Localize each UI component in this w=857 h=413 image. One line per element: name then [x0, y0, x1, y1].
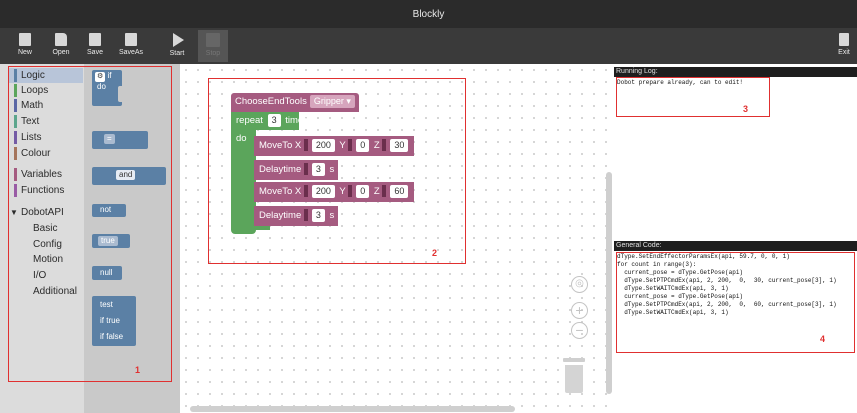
- workspace-horizontal-scrollbar[interactable]: [190, 406, 515, 412]
- trash-lid: [563, 358, 585, 362]
- stop-button[interactable]: Stop: [198, 30, 228, 62]
- saveas-button[interactable]: SaveAs: [114, 30, 148, 62]
- annotation-number: 3: [743, 104, 749, 114]
- stop-icon: [206, 33, 220, 47]
- open-button[interactable]: Open: [46, 30, 76, 62]
- zoom-out-icon[interactable]: −: [571, 322, 588, 339]
- stop-label: Stop: [205, 50, 221, 57]
- start-label: Start: [169, 50, 185, 57]
- window-title: Blockly: [0, 0, 857, 28]
- annotation-number: 4: [820, 334, 826, 344]
- new-file-icon: [19, 33, 31, 46]
- new-label: New: [17, 49, 32, 56]
- general-code-header: General Code:: [614, 241, 857, 251]
- blockly-app: Blockly New Open Save SaveAs Start Stop: [0, 0, 857, 413]
- zoom-reset-icon[interactable]: ◎: [571, 276, 588, 293]
- annotation-box-toolbox: [8, 66, 172, 382]
- saveas-icon: [125, 33, 137, 46]
- open-label: Open: [52, 49, 70, 56]
- annotation-number: 2: [432, 248, 438, 258]
- saveas-label: SaveAs: [118, 49, 144, 56]
- trash-icon[interactable]: [563, 358, 585, 394]
- play-icon: [173, 33, 184, 47]
- annotation-box-workspace: [208, 78, 466, 264]
- running-log-header: Running Log:: [614, 67, 857, 77]
- save-button[interactable]: Save: [80, 30, 110, 62]
- trash-bin: [565, 365, 583, 393]
- folder-icon: [55, 33, 67, 46]
- start-button[interactable]: Start: [162, 30, 192, 62]
- workspace-vertical-scrollbar[interactable]: [606, 172, 612, 394]
- save-icon: [89, 33, 101, 46]
- exit-icon: [839, 33, 849, 46]
- exit-label: Exit: [838, 49, 850, 56]
- save-label: Save: [87, 49, 103, 56]
- exit-button[interactable]: Exit: [834, 30, 854, 62]
- toolbar: New Open Save SaveAs Start Stop Exit: [0, 28, 857, 64]
- annotation-number: 1: [135, 365, 141, 375]
- zoom-in-icon[interactable]: +: [571, 302, 588, 319]
- new-button[interactable]: New: [10, 30, 40, 62]
